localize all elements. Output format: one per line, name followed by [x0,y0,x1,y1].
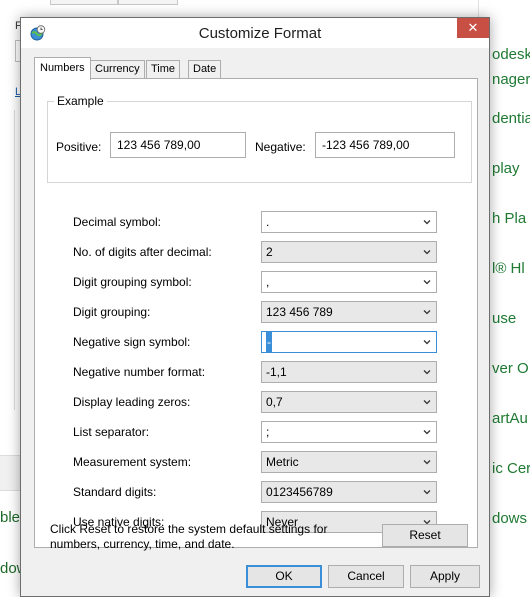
background-list-item[interactable]: l® Hl [492,260,530,277]
setting-label: Decimal symbol: [73,215,162,229]
setting-label: Digit grouping symbol: [73,275,192,289]
chevron-down-icon [423,280,431,285]
background-tab[interactable] [50,0,118,5]
chevron-down-icon [423,250,431,255]
negative-label: Negative: [255,140,306,154]
setting-label: List separator: [73,425,150,439]
setting-label: Measurement system: [73,455,192,469]
negative-example-field: -123 456 789,00 [315,132,455,158]
background-list-item[interactable]: use [492,310,530,327]
reset-button[interactable]: Reset [382,524,468,547]
positive-example-field: 123 456 789,00 [110,132,246,158]
chevron-down-icon [423,400,431,405]
tab-time[interactable]: Time [146,60,181,79]
setting-value: ; [266,425,270,439]
chevron-down-icon [423,310,431,315]
setting-value: Metric [266,455,299,469]
chevron-down-icon [423,220,431,225]
setting-label: Negative number format: [73,365,206,379]
background-list-item[interactable]: odesk [492,46,530,63]
title-bar[interactable]: Customize Format ✕ [21,18,489,48]
background-list-item[interactable]: play [492,160,530,177]
background-tab[interactable] [118,0,178,5]
background-list-item[interactable]: h Pla [492,210,530,227]
setting-dropdown[interactable]: Metric [261,451,437,473]
setting-dropdown[interactable]: , [261,271,437,293]
setting-label: Digit grouping: [73,305,151,319]
background-list-item[interactable]: dentia [492,110,530,127]
setting-value: 2 [266,245,273,259]
example-legend: Example [54,94,107,108]
chevron-down-icon [423,430,431,435]
close-icon: ✕ [467,20,479,35]
dialog-title: Customize Format [198,25,322,42]
tab-date[interactable]: Date [188,60,222,79]
setting-label: Display leading zeros: [73,395,191,409]
tab-currency[interactable]: Currency [90,60,145,79]
chevron-down-icon [423,490,431,495]
setting-dropdown[interactable]: - [261,331,437,353]
setting-value: 123 456 789 [266,305,333,319]
setting-dropdown[interactable]: 0,7 [261,391,437,413]
setting-label: Negative sign symbol: [73,335,191,349]
numbers-tab-panel: Example Positive: 123 456 789,00 Negativ… [34,78,478,551]
setting-dropdown[interactable]: 123 456 789 [261,301,437,323]
tab-numbers[interactable]: Numbers [34,57,91,80]
background-list-item[interactable]: ver O [492,360,530,377]
chevron-down-icon [423,460,431,465]
setting-dropdown[interactable]: 2 [261,241,437,263]
background-list-item[interactable]: ble [0,509,20,526]
setting-value: - [266,332,272,352]
reset-note: Click Reset to restore the system defaul… [50,522,328,551]
customize-format-dialog: Customize Format ✕ Numbers Currency Time… [20,17,490,597]
setting-value: -1,1 [266,365,287,379]
setting-value: , [266,275,270,289]
setting-dropdown[interactable]: 0123456789 [261,481,437,503]
setting-value: 0,7 [266,395,283,409]
chevron-down-icon [423,370,431,375]
background-list-item[interactable]: artAu [492,410,530,427]
setting-value: 0123456789 [266,485,333,499]
setting-dropdown[interactable]: -1,1 [261,361,437,383]
setting-label: No. of digits after decimal: [73,245,212,259]
background-divider [14,110,15,410]
example-group: Example Positive: 123 456 789,00 Negativ… [47,94,472,183]
chevron-down-icon [423,340,431,345]
background-band [0,455,22,491]
background-list-item[interactable]: nager [492,71,530,88]
background-list-item[interactable]: dows [492,510,530,527]
background-list-item[interactable]: ic Cer [492,460,530,477]
positive-label: Positive: [56,140,102,154]
setting-dropdown[interactable]: ; [261,421,437,443]
setting-dropdown[interactable]: . [261,211,437,233]
close-button[interactable]: ✕ [457,18,489,38]
setting-value: . [266,215,270,229]
setting-label: Standard digits: [73,485,157,499]
